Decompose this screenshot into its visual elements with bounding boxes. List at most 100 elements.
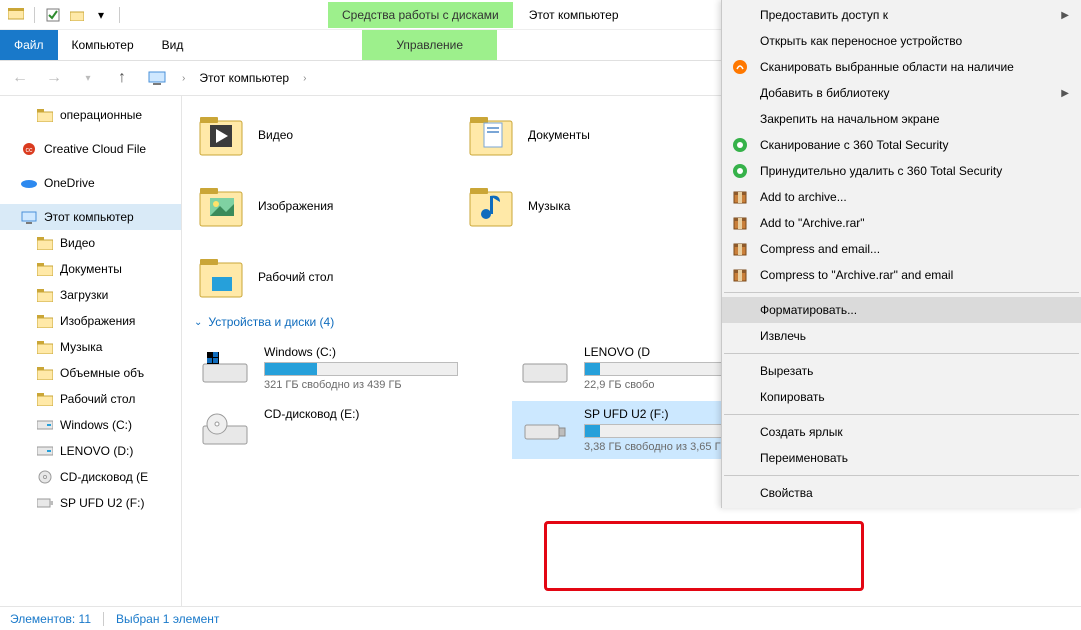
drive-name: Windows (C:): [264, 345, 458, 359]
context-menu-item-label: Сканировать выбранные области на наличие: [760, 60, 1014, 74]
context-menu-item-label: Извлечь: [760, 329, 806, 343]
tab-manage[interactable]: Управление: [362, 30, 497, 60]
360-icon: [730, 135, 750, 155]
nav-back-icon[interactable]: ←: [10, 68, 30, 88]
usb-icon: [36, 494, 54, 512]
sidebar-item-label: Музыка: [60, 340, 102, 354]
breadcrumb-separator-icon[interactable]: ›: [303, 73, 306, 84]
rar-icon: [730, 239, 750, 259]
context-menu-item-label: Предоставить доступ к: [760, 8, 888, 22]
rar-icon: [730, 265, 750, 285]
blank-icon: [730, 5, 750, 25]
qat-newfolder-icon[interactable]: [67, 5, 87, 25]
context-menu-item[interactable]: Add to "Archive.rar": [722, 210, 1081, 236]
sidebar-item-label: Изображения: [60, 314, 135, 328]
tab-computer[interactable]: Компьютер: [58, 30, 148, 60]
tab-view[interactable]: Вид: [148, 30, 198, 60]
sidebar-item[interactable]: OneDrive: [0, 170, 181, 196]
rar-icon: [730, 213, 750, 233]
context-menu-separator: [724, 292, 1079, 293]
folder-icon: [36, 390, 54, 408]
devices-group-label: Устройства и диски (4): [208, 315, 334, 329]
qat-dropdown-icon[interactable]: ▾: [91, 5, 111, 25]
nav-forward-icon[interactable]: →: [44, 68, 64, 88]
context-menu-item[interactable]: Принудительно удалить с 360 Total Securi…: [722, 158, 1081, 184]
context-menu-item[interactable]: Переименовать: [722, 445, 1081, 471]
sidebar-item[interactable]: Документы: [0, 256, 181, 282]
folder-item[interactable]: Видео: [192, 102, 432, 167]
sidebar-item[interactable]: CD-дисковод (E: [0, 464, 181, 490]
context-menu-item[interactable]: Добавить в библиотеку▶: [722, 80, 1081, 106]
cc-icon: cc: [20, 140, 38, 158]
status-bar: Элементов: 11 Выбран 1 элемент: [0, 606, 1081, 630]
blank-icon: [730, 422, 750, 442]
context-menu-item[interactable]: Предоставить доступ к▶: [722, 2, 1081, 28]
folder-item-label: Видео: [258, 128, 293, 142]
folder-item-label: Музыка: [528, 199, 570, 213]
sidebar-item[interactable]: Загрузки: [0, 282, 181, 308]
context-menu-item-label: Принудительно удалить с 360 Total Securi…: [760, 164, 1002, 178]
sidebar-item-label: Creative Cloud File: [44, 142, 146, 156]
sidebar-item[interactable]: SP UFD U2 (F:): [0, 490, 181, 516]
avast-icon: [730, 57, 750, 77]
qat-properties-icon[interactable]: [43, 5, 63, 25]
sidebar-item[interactable]: Изображения: [0, 308, 181, 334]
drive-item[interactable]: CD-дисковод (E:): [192, 401, 482, 459]
folder-item[interactable]: Музыка: [462, 173, 702, 238]
context-menu-item[interactable]: Add to archive...: [722, 184, 1081, 210]
ribbon-context-tab: Средства работы с дисками: [328, 2, 513, 28]
folder-icon: [36, 260, 54, 278]
folder-item[interactable]: Документы: [462, 102, 702, 167]
context-menu-item[interactable]: Сканировать выбранные области на наличие: [722, 54, 1081, 80]
context-menu-item[interactable]: Открыть как переносное устройство: [722, 28, 1081, 54]
context-menu-item[interactable]: Compress and email...: [722, 236, 1081, 262]
folder-item[interactable]: Рабочий стол: [192, 244, 432, 309]
sidebar-item[interactable]: Объемные объ: [0, 360, 181, 386]
breadcrumb-location[interactable]: Этот компьютер: [199, 71, 289, 85]
context-menu-item-label: Compress to "Archive.rar" and email: [760, 268, 953, 282]
nav-up-icon[interactable]: ↑: [112, 68, 132, 88]
context-menu-item[interactable]: Извлечь: [722, 323, 1081, 349]
drive-icon: [36, 416, 54, 434]
context-menu-item-label: Сканирование с 360 Total Security: [760, 138, 949, 152]
folder-item[interactable]: Изображения: [192, 173, 432, 238]
context-menu-item[interactable]: Сканирование с 360 Total Security: [722, 132, 1081, 158]
drive-icon: [200, 410, 250, 450]
tab-file[interactable]: Файл: [0, 30, 58, 60]
drive-item[interactable]: Windows (C:)321 ГБ свободно из 439 ГБ: [192, 339, 482, 397]
folder-icon: [36, 338, 54, 356]
drive-context-menu: Предоставить доступ к▶Открыть как перено…: [721, 0, 1081, 508]
nav-history-dropdown-icon[interactable]: ▾: [78, 68, 98, 88]
sidebar-item[interactable]: Этот компьютер: [0, 204, 181, 230]
context-menu-item-label: Add to archive...: [760, 190, 847, 204]
folder-large-icon: [466, 181, 516, 231]
context-menu-item[interactable]: Compress to "Archive.rar" and email: [722, 262, 1081, 288]
sidebar-item[interactable]: Видео: [0, 230, 181, 256]
onedrive-icon: [20, 174, 38, 192]
context-menu-item[interactable]: Копировать: [722, 384, 1081, 410]
sidebar-item[interactable]: операционные: [0, 102, 181, 128]
context-menu-item[interactable]: Вырезать: [722, 358, 1081, 384]
qat-separator: [34, 7, 35, 23]
monitor-icon: [20, 208, 38, 226]
breadcrumb-separator-icon[interactable]: ›: [182, 73, 185, 84]
sidebar-item[interactable]: cc Creative Cloud File: [0, 136, 181, 162]
sidebar-item-label: Загрузки: [60, 288, 108, 302]
sidebar-item[interactable]: Windows (C:): [0, 412, 181, 438]
context-menu-item[interactable]: Форматировать...: [722, 297, 1081, 323]
breadcrumb-this-pc-icon[interactable]: [146, 68, 168, 88]
sidebar-item[interactable]: Рабочий стол: [0, 386, 181, 412]
context-menu-item-label: Свойства: [760, 486, 813, 500]
blank-icon: [730, 83, 750, 103]
sidebar-item-label: Windows (C:): [60, 418, 132, 432]
sidebar-item[interactable]: LENOVO (D:): [0, 438, 181, 464]
blank-icon: [730, 483, 750, 503]
drive-name: CD-дисковод (E:): [264, 407, 359, 421]
context-menu-item[interactable]: Создать ярлык: [722, 419, 1081, 445]
sidebar-item[interactable]: Музыка: [0, 334, 181, 360]
360-icon: [730, 161, 750, 181]
navigation-sidebar: операционные cc Creative Cloud File OneDriv…: [0, 96, 182, 606]
submenu-arrow-icon: ▶: [1061, 88, 1069, 99]
context-menu-item[interactable]: Закрепить на начальном экране: [722, 106, 1081, 132]
context-menu-item[interactable]: Свойства: [722, 480, 1081, 506]
